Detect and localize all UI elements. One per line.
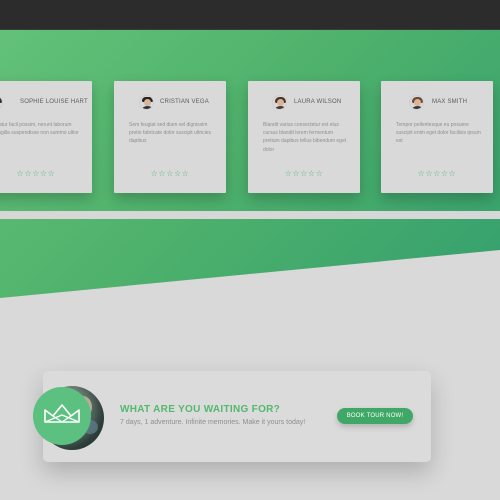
rating-stars: ☆☆☆☆☆ [417, 169, 457, 178]
avatar-woman-icon [0, 95, 3, 110]
rating-stars: ☆☆☆☆☆ [284, 169, 324, 178]
card-header: MAX SMITH [381, 95, 493, 111]
testimonial-name: LAURA WILSON [294, 99, 342, 105]
cta-subtitle: 7 days, 1 adventure. Infinite memories. … [120, 419, 306, 426]
testimonial-card: SOPHIE LOUISE HART ullatur facil possim,… [0, 81, 92, 193]
browser-toolbar [0, 0, 500, 30]
book-tour-button[interactable]: BOOK TOUR NOW! [337, 408, 413, 424]
testimonial-quote: Sem feugiat sed diam vel dignissim preti… [129, 122, 211, 145]
crown-icon [44, 404, 80, 423]
testimonial-quote: Tempor pellentesque eu posuere suscipit … [396, 122, 481, 145]
avatar-woman-icon [272, 95, 287, 110]
testimonial-quote: ullatur facil possim, nerunt laborum fri… [0, 122, 79, 137]
avatar-man-icon [139, 95, 154, 110]
testimonial-name: MAX SMITH [432, 99, 468, 105]
testimonial-name: SOPHIE LOUISE HART [20, 99, 88, 105]
testimonial-quote: Blandit varius consectetur est elus curs… [263, 122, 347, 153]
crown-logo-badge [33, 387, 91, 445]
testimonial-card: CRISTIAN VEGA Sem feugiat sed diam vel d… [114, 81, 226, 193]
card-header: SOPHIE LOUISE HART [0, 95, 92, 111]
testimonial-card: LAURA WILSON Blandit varius consectetur … [248, 81, 360, 193]
card-header: CRISTIAN VEGA [114, 95, 226, 111]
card-header: LAURA WILSON [248, 95, 360, 111]
rating-stars: ☆☆☆☆☆ [150, 169, 190, 178]
rating-stars: ☆☆☆☆☆ [16, 169, 56, 178]
testimonial-card: MAX SMITH Tempor pellentesque eu posuere… [381, 81, 493, 193]
avatar-man-icon [409, 95, 424, 110]
cta-title: WHAT ARE YOU WAITING FOR? [120, 404, 281, 415]
testimonial-name: CRISTIAN VEGA [160, 99, 209, 105]
section-divider [0, 211, 500, 219]
